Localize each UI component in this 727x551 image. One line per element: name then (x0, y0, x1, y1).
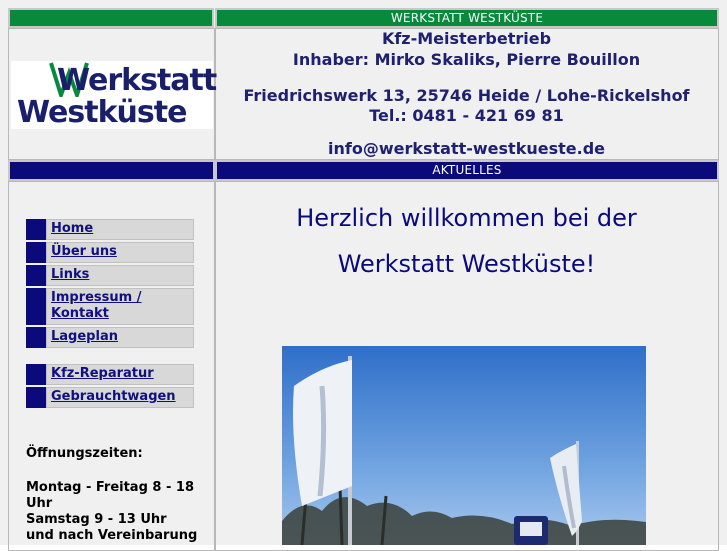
company-email[interactable]: info@werkstatt-westkueste.de (217, 139, 716, 158)
nav-bullet (26, 364, 46, 385)
logo-text-westkueste: Westküste (17, 95, 187, 130)
welcome-line-2: Werkstatt Westküste! (337, 250, 596, 278)
nav-services: Kfz-Reparatur Gebrauchtwagen (26, 364, 194, 410)
company-phone: Tel.: 0481 - 421 69 81 (369, 106, 564, 125)
nav-link-ueber-uns[interactable]: Über uns (46, 242, 194, 263)
site-title: WERKSTATT WESTKÜSTE (390, 11, 544, 25)
welcome-heading: Herzlich willkommen bei der Werkstatt We… (217, 195, 716, 287)
company-address: Friedrichswerk 13, 25746 Heide / Lohe-Ri… (243, 86, 690, 105)
welcome-line-1: Herzlich willkommen bei der (296, 204, 637, 232)
company-logo[interactable]: Werkstatt Westküste (11, 61, 217, 130)
nav-bullet (26, 219, 46, 240)
workshop-photo (282, 346, 646, 545)
nav-bullet (26, 387, 46, 408)
section-bar-left (8, 160, 215, 181)
page: WERKSTATT WESTKÜSTE Werkstatt Westküste … (0, 0, 727, 551)
header-left-cell (8, 8, 214, 28)
company-info: Kfz-Meisterbetrieb Inhaber: Mirko Skalik… (217, 27, 716, 158)
nav-bullet (26, 288, 46, 325)
nav-link-kfz-reparatur[interactable]: Kfz-Reparatur (46, 364, 194, 385)
nav-bullet (26, 327, 46, 348)
hours-saturday: Samstag 9 - 13 Uhr (26, 512, 167, 527)
nav-main: Home Über uns Links Impressum / Kontakt … (26, 219, 194, 350)
section-title: AKTUELLES (432, 163, 502, 177)
nav-link-gebrauchtwagen[interactable]: Gebrauchtwagen (46, 387, 194, 408)
hours-weekdays: Montag - Freitag 8 - 18 Uhr (26, 480, 194, 511)
nav-item-impressum[interactable]: Impressum / Kontakt (26, 288, 194, 325)
nav-link-lageplan[interactable]: Lageplan (46, 327, 194, 348)
photo-flags-sky (282, 346, 646, 545)
nav-link-home[interactable]: Home (46, 219, 194, 240)
company-type: Kfz-Meisterbetrieb (381, 29, 552, 48)
nav-link-links[interactable]: Links (46, 265, 194, 286)
nav-item-lageplan[interactable]: Lageplan (26, 327, 194, 348)
opening-hours: Öffnungszeiten: Montag - Freitag 8 - 18 … (26, 446, 206, 544)
nav-item-links[interactable]: Links (26, 265, 194, 286)
nav-item-kfz-reparatur[interactable]: Kfz-Reparatur (26, 364, 194, 385)
hours-title: Öffnungszeiten: (26, 446, 143, 461)
nav-link-impressum[interactable]: Impressum / Kontakt (46, 288, 194, 325)
nav-bullet (26, 265, 46, 286)
nav-item-gebrauchtwagen[interactable]: Gebrauchtwagen (26, 387, 194, 408)
hours-appointment: und nach Vereinbarung (26, 528, 198, 543)
nav-bullet (26, 242, 46, 263)
site-title-bar: WERKSTATT WESTKÜSTE (215, 8, 719, 28)
section-bar: AKTUELLES (215, 160, 719, 181)
company-owners: Inhaber: Mirko Skaliks, Pierre Bouillon (292, 50, 641, 69)
nav-item-home[interactable]: Home (26, 219, 194, 240)
logo-text-werkstatt: Werkstatt (57, 63, 217, 98)
nav-item-ueber-uns[interactable]: Über uns (26, 242, 194, 263)
